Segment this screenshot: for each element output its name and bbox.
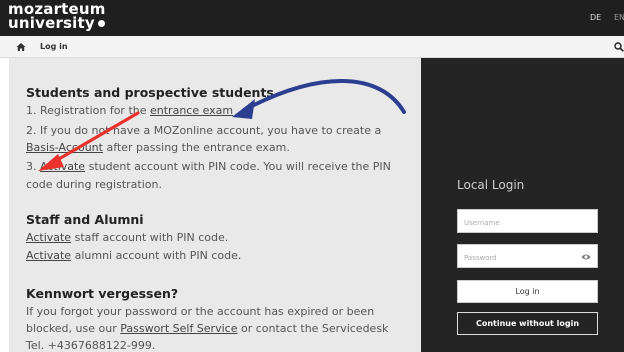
password-self-service-link[interactable]: Passwort Self Service (120, 322, 237, 335)
username-field[interactable] (457, 209, 598, 234)
students-line1: 1. Registration for the entrance exam (26, 104, 233, 117)
staff-heading: Staff and Alumni (26, 212, 144, 227)
logo-line2: university (8, 14, 95, 32)
students-line1-text: 1. Registration for the (26, 104, 150, 117)
logo-dot-icon (97, 20, 105, 27)
password-line2-prefix: blocked, use our (26, 322, 121, 335)
password-field[interactable] (457, 244, 598, 269)
students-line5: code during registration. (26, 178, 162, 191)
home-icon[interactable] (16, 42, 26, 52)
username-input[interactable] (458, 212, 597, 234)
students-heading: Students and prospective students (26, 85, 274, 100)
password-line3: Tel. +4367688122-999. (26, 339, 156, 352)
students-line3: Basis-Account after passing the entrance… (26, 141, 290, 154)
students-line3-text: after passing the entrance exam. (102, 141, 290, 154)
activate-student-link[interactable]: Activate (40, 160, 85, 173)
password-line2-text: or contact the Servicedesk (237, 322, 389, 335)
entrance-exam-link[interactable]: entrance exam (150, 104, 233, 117)
language-en-link[interactable]: EN (614, 13, 624, 22)
staff-line1: Activate staff account with PIN code. (26, 231, 228, 244)
search-icon[interactable] (614, 42, 624, 52)
staff-line2-text: alumni account with PIN code. (71, 249, 242, 262)
breadcrumb-login[interactable]: Log in (40, 42, 68, 51)
staff-line1-text: staff account with PIN code. (71, 231, 229, 244)
password-line1: If you forgot your password or the accou… (26, 305, 375, 318)
breadcrumb-bar: Log in (0, 36, 624, 58)
university-logo[interactable]: mozarteum university (8, 2, 106, 32)
students-line4-prefix: 3. (26, 160, 40, 173)
continue-without-login-button[interactable]: Continue without login (457, 312, 598, 335)
students-line4: 3. Activate student account with PIN cod… (26, 160, 391, 173)
students-line4-text: student account with PIN code. You will … (85, 160, 391, 173)
top-header: mozarteum university DE EN (0, 0, 624, 36)
password-heading: Kennwort vergessen? (26, 286, 179, 301)
basis-account-link[interactable]: Basis-Account (26, 141, 103, 154)
eye-icon[interactable] (581, 253, 591, 261)
local-login-title: Local Login (457, 178, 525, 192)
language-de-link[interactable]: DE (590, 13, 601, 22)
login-button[interactable]: Log in (457, 280, 598, 303)
activate-alumni-link[interactable]: Activate (26, 249, 71, 262)
activate-staff-link[interactable]: Activate (26, 231, 71, 244)
password-input[interactable] (458, 247, 597, 269)
students-line2: 2. If you do not have a MOZonline accoun… (26, 124, 382, 137)
staff-line2: Activate alumni account with PIN code. (26, 249, 241, 262)
login-panel (421, 58, 624, 352)
password-line2: blocked, use our Passwort Self Service o… (26, 322, 388, 335)
